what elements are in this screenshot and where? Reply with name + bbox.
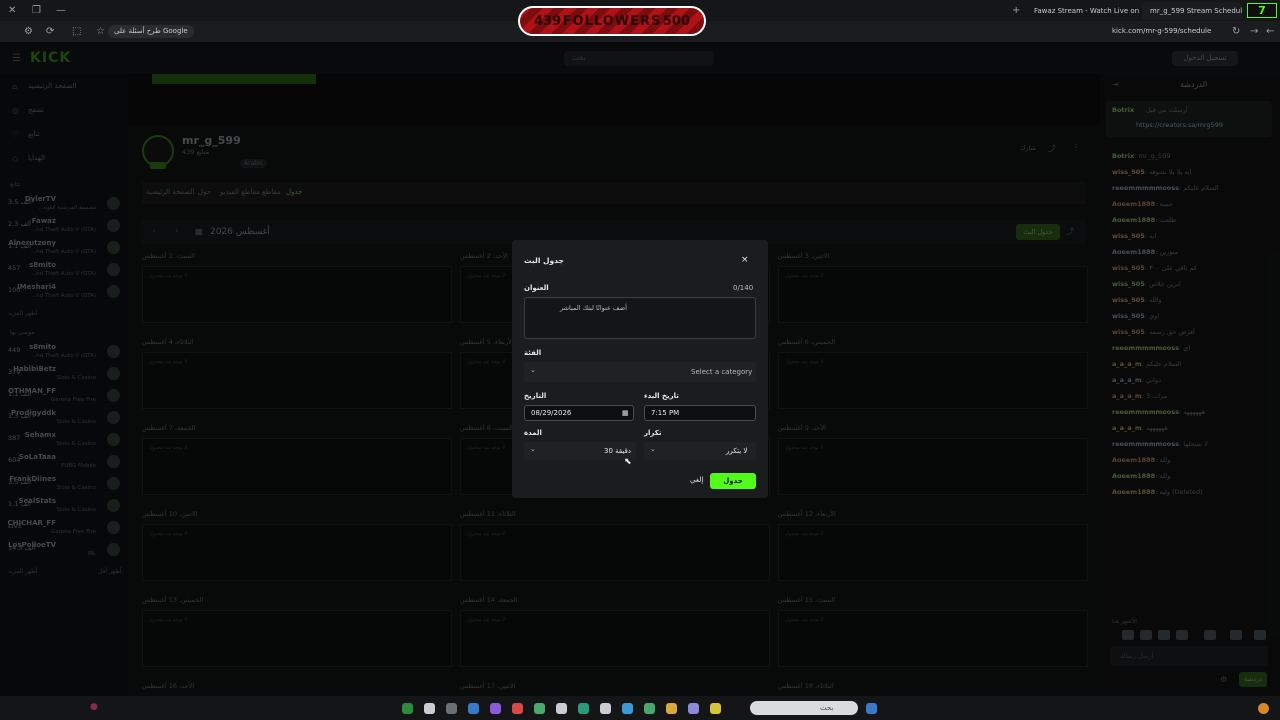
mouse-cursor-icon: ⬉ [624,457,632,467]
folder-icon[interactable] [710,703,721,714]
extension-counter: 7 [1247,3,1277,18]
xbox-icon[interactable] [402,703,413,714]
start-time-input[interactable]: 7:15 PM [644,405,756,421]
date-value: 08/29/2026 [531,409,572,417]
cancel-button[interactable]: إلغي [690,476,703,484]
title-placeholder: أضف عنوانًا لبثك المباشر [560,304,627,312]
calendar-picker-icon[interactable]: ▦ [622,406,629,420]
app-icon[interactable] [446,703,457,714]
mic-icon[interactable]: ● [90,702,98,712]
chevron-down-icon: ⌄ [530,366,536,374]
title-counter: 0/140 [733,284,754,292]
obs-icon[interactable] [490,703,501,714]
taskbar [0,696,1280,720]
app-icon[interactable] [600,703,611,714]
followers-label: FOLLOWERS [562,13,662,29]
xbox-app-icon[interactable] [534,703,545,714]
minimize-window-icon[interactable]: — [56,0,66,21]
google-search-chip[interactable]: طرح أسئلة على Google [108,25,194,38]
date-input[interactable]: 08/29/2026 ▦ [524,405,634,421]
repeat-value: لا يتكرر [726,447,748,455]
steam-icon[interactable] [468,703,479,714]
category-placeholder: Select a category [691,368,753,376]
tab-title: Fawaz Stream - Watch Live on Kick [1034,7,1140,15]
chevron-down-icon: ⌄ [530,445,536,453]
weather-icon[interactable] [1258,703,1269,714]
url-field[interactable]: kick.com/mr-g-599/schedule [1112,21,1211,42]
category-label: الفئة [524,349,542,357]
tool-icon[interactable] [424,703,435,714]
settings-icon[interactable]: ⚙ [24,21,33,42]
chevron-down-icon: ⌄ [650,445,656,453]
duration-label: المدة [524,429,542,437]
category-select[interactable]: ⌄ Select a category [524,362,756,382]
chrome-icon[interactable] [622,703,633,714]
restore-window-icon[interactable]: ❐ [32,0,41,21]
extensions-icon[interactable]: ⬚ [72,21,81,42]
reload-icon[interactable]: ⟳ [46,21,54,42]
start-label: تاريخ البدء [644,392,679,400]
new-tab-icon[interactable]: + [1012,0,1020,21]
modal-title: جدول البث [524,256,564,265]
media-icon[interactable] [512,703,523,714]
duration-select[interactable]: ⌄ 30 دقيقة [524,442,636,460]
tab-schedule[interactable]: mr_g_599 Stream Schedule - Kick [1142,2,1242,20]
refresh-icon[interactable]: ↻ [1232,21,1240,42]
title-label: العنوان [524,284,549,292]
back-icon[interactable]: ← [1266,21,1274,42]
browser-icon[interactable] [688,703,699,714]
tab-fawaz[interactable]: Fawaz Stream - Watch Live on Kick [1026,2,1140,20]
tab-title: mr_g_599 Stream Schedule - Kick [1150,7,1242,15]
app-icon[interactable] [578,703,589,714]
taskbar-search[interactable]: بحث [750,701,858,715]
repeat-select[interactable]: ⌄ لا يتكرر [644,442,756,460]
forward-icon[interactable]: → [1250,21,1258,42]
duration-value: 30 دقيقة [604,447,632,455]
close-window-icon[interactable]: ✕ [8,0,16,21]
close-icon[interactable]: × [741,255,749,265]
followers-goal: 500 [662,13,690,29]
title-textarea[interactable]: أضف عنوانًا لبثك المباشر [524,297,756,339]
followers-goal-overlay: 439 FOLLOWERS 500 [518,6,706,36]
start-value: 7:15 PM [651,409,680,417]
schedule-submit-button[interactable]: جدول [710,473,756,489]
chrome-icon[interactable] [666,703,677,714]
followers-current: 439 [534,13,562,29]
chrome-icon[interactable] [644,703,655,714]
bookmark-star-icon[interactable]: ☆ [96,21,105,42]
windows-start-icon[interactable] [866,703,877,714]
settings-icon[interactable] [556,703,567,714]
repeat-label: تكرار [644,429,662,437]
date-label: التاريخ [524,392,547,400]
